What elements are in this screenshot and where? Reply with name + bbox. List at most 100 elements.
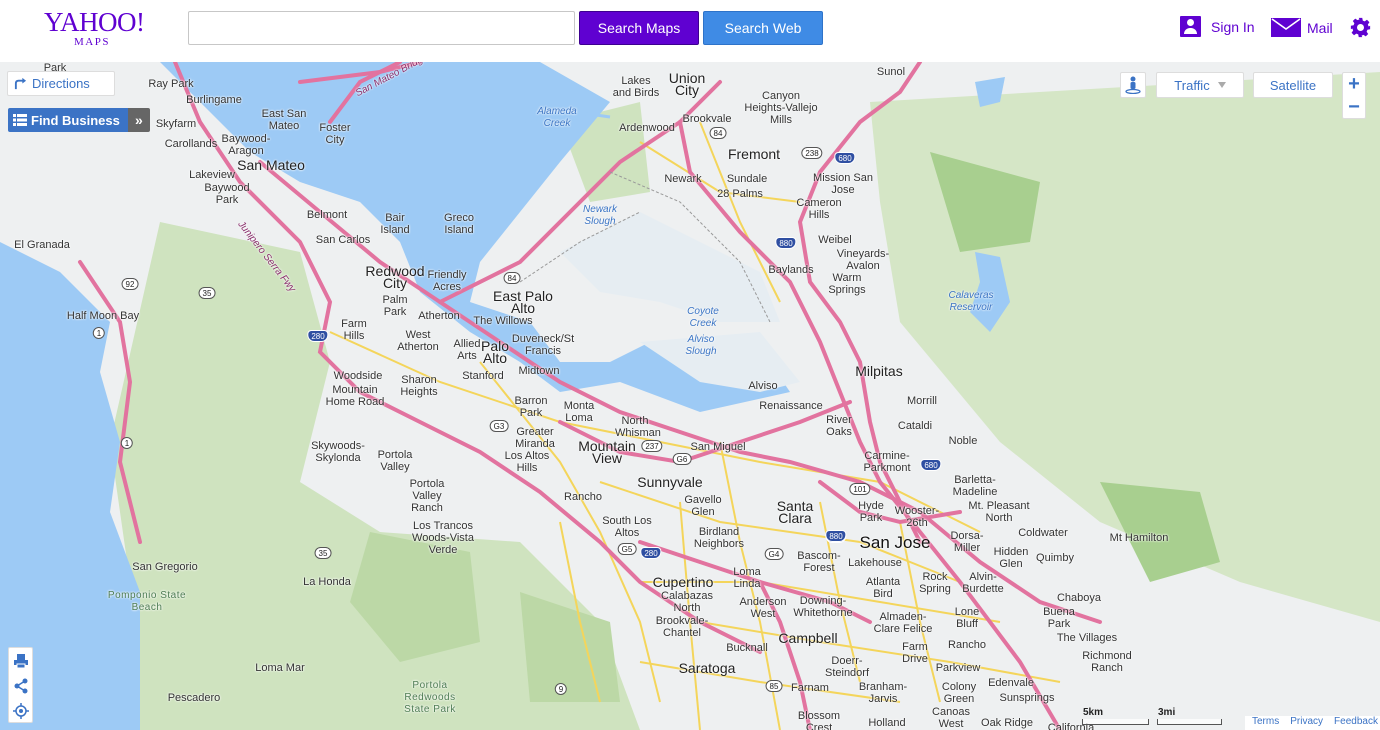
- place-label: Fremont: [727, 146, 781, 162]
- traffic-toggle[interactable]: Traffic: [1156, 72, 1244, 98]
- place-label: Edenvale: [988, 677, 1034, 689]
- place-label: Dorsa-Miller: [950, 530, 984, 554]
- zoom-in-button[interactable]: +: [1343, 73, 1365, 96]
- logo-brand: YAHOO!: [44, 7, 145, 37]
- route-shield: 238: [801, 147, 823, 159]
- feedback-link[interactable]: Feedback: [1334, 716, 1378, 730]
- place-label: Rancho: [948, 639, 986, 651]
- route-shield: 880: [825, 530, 847, 542]
- directions-button[interactable]: Directions: [7, 71, 115, 96]
- search-maps-button[interactable]: Search Maps: [579, 11, 699, 45]
- place-label: Woodside: [333, 370, 383, 382]
- privacy-link[interactable]: Privacy: [1290, 716, 1323, 730]
- route-shield: 85: [765, 680, 783, 692]
- place-label: Gavello Glen: [684, 494, 722, 518]
- place-label: The Willows: [473, 315, 533, 327]
- satellite-toggle[interactable]: Satellite: [1253, 72, 1333, 98]
- place-label: Lone Bluff: [954, 606, 980, 630]
- place-label: Pescadero: [167, 692, 221, 704]
- zoom-out-button[interactable]: −: [1343, 96, 1365, 119]
- place-label: Skywoods-Skylonda: [311, 440, 365, 464]
- scale-km-bar: [1082, 719, 1149, 725]
- place-label: Sundale: [726, 173, 768, 185]
- place-label: Renaissance: [759, 400, 823, 412]
- place-label: Half Moon Bay: [66, 310, 140, 322]
- locate-button[interactable]: [9, 698, 32, 723]
- water-label: Alviso Slough: [685, 334, 717, 357]
- find-business-label: Find Business: [31, 112, 120, 128]
- place-label: Saratoga: [678, 660, 736, 676]
- place-label: Brookvale: [682, 113, 732, 125]
- place-label: Mountain Home Road: [325, 384, 385, 408]
- route-shield: 35: [314, 547, 332, 559]
- place-label: Newark: [664, 173, 702, 185]
- route-shield: 101: [849, 483, 871, 495]
- traffic-label: Traffic: [1174, 77, 1210, 93]
- place-label: Loma Linda: [733, 566, 761, 590]
- route-shield: 92: [121, 278, 139, 290]
- route-shield: 280: [307, 330, 329, 342]
- place-label: Palm Park: [382, 294, 408, 318]
- route-shield: 680: [920, 459, 942, 471]
- place-label: Oak Ridge: [981, 717, 1033, 729]
- expand-icon[interactable]: »: [127, 108, 150, 132]
- share-button[interactable]: [9, 673, 32, 698]
- gear-icon[interactable]: [1350, 17, 1371, 38]
- terms-link[interactable]: Terms: [1252, 716, 1279, 730]
- place-label: Ardenwood: [619, 122, 675, 134]
- place-label: San Mateo: [237, 157, 305, 173]
- place-label: La Honda: [303, 576, 351, 588]
- scale-km-label: 5km: [1083, 707, 1104, 718]
- route-shield: 880: [775, 237, 797, 249]
- list-icon: [13, 114, 27, 126]
- place-label: San Carlos: [315, 234, 371, 246]
- place-label: Monta Loma: [563, 400, 595, 424]
- search-web-button[interactable]: Search Web: [703, 11, 823, 45]
- map-canvas[interactable]: Park Ray Park Burlingame Skyfarm Carolla…: [0, 62, 1380, 730]
- mail-link[interactable]: Mail: [1271, 18, 1333, 37]
- place-label: Cupertino: [652, 574, 714, 590]
- scale-mi-label: 3mi: [1158, 707, 1176, 718]
- place-label: West Atherton: [397, 329, 439, 353]
- search-input[interactable]: [188, 11, 575, 45]
- sign-in-label: Sign In: [1211, 18, 1255, 35]
- place-label: Blossom Crest: [797, 710, 841, 730]
- place-label: Atlanta Bird: [865, 576, 901, 600]
- mail-label: Mail: [1307, 19, 1333, 36]
- route-shield: 84: [709, 127, 727, 139]
- yahoo-maps-logo[interactable]: YAHOO! MAPS: [44, 7, 145, 48]
- directions-icon: [14, 77, 27, 90]
- place-label: Wooster-26th: [894, 505, 940, 529]
- place-label: Sunsprings: [999, 692, 1055, 704]
- sign-in-link[interactable]: Sign In: [1180, 16, 1255, 37]
- place-label: Mountain View: [578, 438, 636, 466]
- print-icon: [13, 653, 28, 668]
- place-label: Coldwater: [1018, 527, 1068, 539]
- place-label: Rancho: [564, 491, 602, 503]
- place-label: Baywood-Aragon: [221, 133, 271, 157]
- place-label: Baywood Park: [204, 182, 250, 206]
- place-label: Milpitas: [855, 363, 903, 379]
- street-view-button[interactable]: [1120, 72, 1146, 98]
- place-label: Baylands: [768, 264, 814, 276]
- place-label: Canyon Heights-Vallejo Mills: [744, 90, 818, 126]
- route-shield: G3: [489, 420, 509, 432]
- place-label: Duveneck/St Francis: [511, 333, 575, 357]
- route-shield: 35: [198, 287, 216, 299]
- place-label: Canoas West: [932, 706, 970, 730]
- place-label: Birdland Neighbors: [693, 526, 745, 550]
- place-label: Los Trancos Woods-Vista Verde: [412, 520, 474, 556]
- place-label: Bucknall: [726, 642, 768, 654]
- print-button[interactable]: [9, 648, 32, 673]
- water-label: Calaveras Reservoir: [948, 290, 994, 313]
- find-business-button[interactable]: Find Business »: [8, 108, 150, 132]
- place-label: Portola Valley Ranch: [409, 478, 445, 514]
- place-label: Los Altos Hills: [504, 450, 550, 474]
- place-label: Atherton: [418, 310, 460, 322]
- place-label: Alvin-Burdette: [962, 571, 1004, 595]
- place-label: Campbell: [778, 630, 838, 646]
- place-label: Hyde Park: [858, 500, 884, 524]
- place-label: Mt. Pleasant North: [968, 500, 1030, 524]
- place-label: 28 Palms: [717, 188, 763, 200]
- place-label: Morrill: [907, 395, 937, 407]
